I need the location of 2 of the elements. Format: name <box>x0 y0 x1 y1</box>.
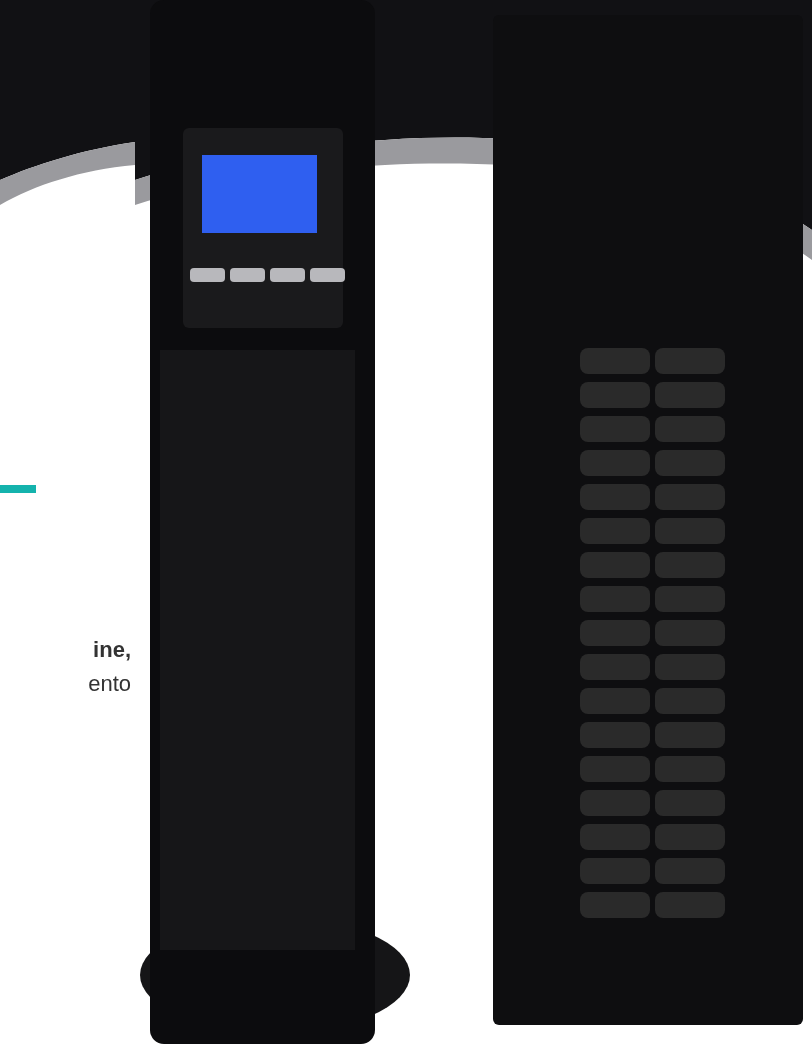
intro-text: ento <box>88 670 132 698</box>
intro-text: ine, <box>93 636 132 664</box>
